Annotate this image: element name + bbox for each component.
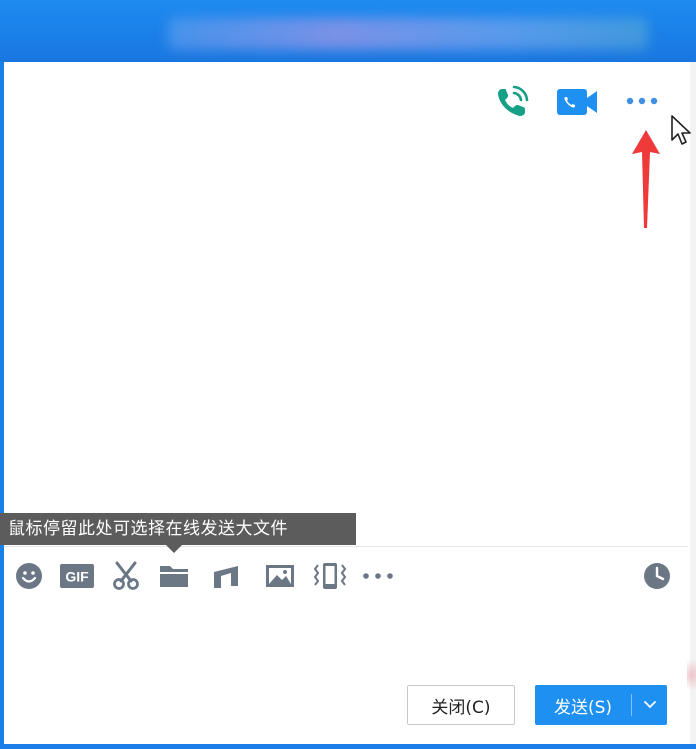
folder-icon bbox=[160, 566, 188, 587]
edge-artifact bbox=[687, 660, 696, 690]
send-button[interactable]: 发送(S) bbox=[535, 685, 631, 725]
send-button-group: 发送(S) bbox=[535, 685, 667, 725]
image-icon bbox=[266, 565, 294, 587]
emoji-icon bbox=[16, 563, 42, 589]
message-history-button[interactable] bbox=[640, 560, 674, 592]
clock-icon bbox=[644, 563, 670, 589]
blurred-title bbox=[168, 18, 648, 50]
more-horizontal-icon bbox=[626, 97, 658, 105]
video-call-icon bbox=[557, 89, 597, 115]
scissors-icon bbox=[113, 561, 139, 590]
emoji-button[interactable] bbox=[12, 560, 46, 592]
phone-call-icon bbox=[498, 85, 529, 116]
music-icon bbox=[214, 566, 238, 588]
send-file-button[interactable] bbox=[156, 560, 192, 592]
shake-window-button[interactable] bbox=[310, 560, 350, 592]
window-border-right bbox=[690, 62, 696, 749]
gif-button[interactable]: GIF bbox=[58, 560, 96, 592]
more-tools-button[interactable] bbox=[358, 560, 398, 592]
close-button[interactable]: 关闭(C) bbox=[407, 685, 515, 725]
chevron-down-icon bbox=[643, 701, 656, 709]
tooltip-pointer bbox=[166, 545, 182, 553]
title-bar bbox=[0, 0, 696, 62]
svg-text:GIF: GIF bbox=[65, 569, 89, 585]
send-options-dropdown[interactable] bbox=[632, 685, 667, 725]
mouse-cursor-icon bbox=[671, 115, 691, 145]
video-call-button[interactable] bbox=[555, 84, 599, 120]
annotation-arrow-icon bbox=[632, 130, 660, 228]
tooltip: 鼠标停留此处可选择在线发送大文件 bbox=[0, 513, 356, 545]
voice-call-button[interactable] bbox=[492, 82, 532, 122]
message-history-area bbox=[4, 62, 688, 546]
screenshot-button[interactable] bbox=[108, 560, 144, 592]
more-options-button[interactable] bbox=[620, 90, 664, 112]
message-input[interactable] bbox=[4, 600, 688, 676]
music-button[interactable] bbox=[208, 560, 244, 592]
window-border-bottom bbox=[0, 744, 696, 749]
send-image-button[interactable] bbox=[262, 560, 298, 592]
gif-icon: GIF bbox=[60, 564, 94, 588]
divider bbox=[4, 546, 688, 547]
more-horizontal-icon bbox=[363, 573, 393, 579]
shake-window-icon bbox=[313, 563, 347, 589]
